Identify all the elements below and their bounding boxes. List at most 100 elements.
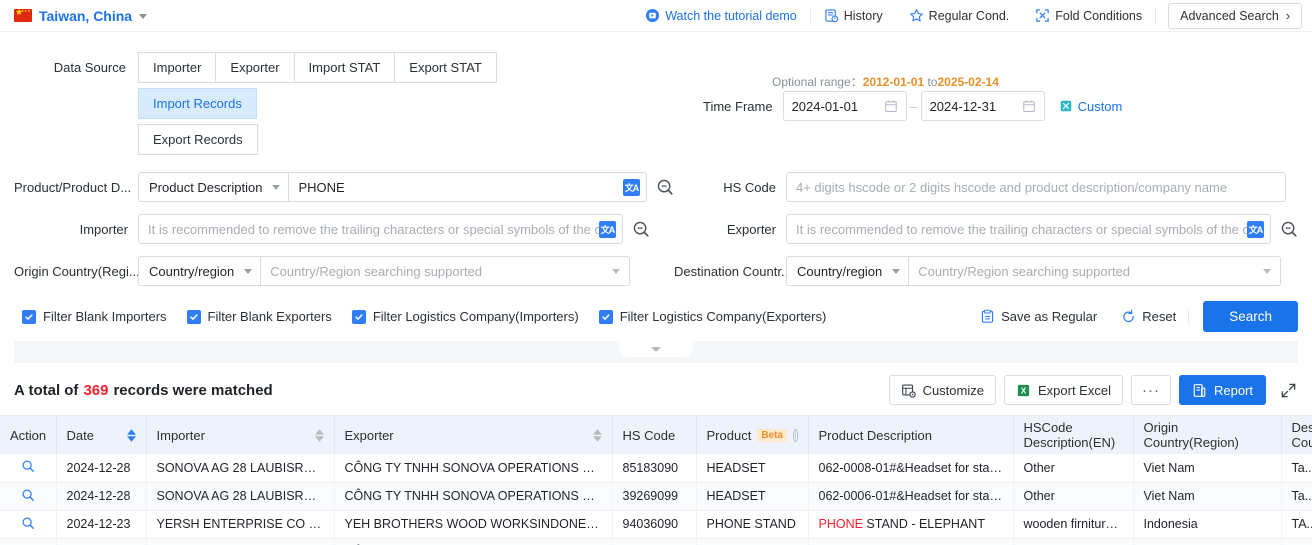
row-action-cell[interactable] bbox=[0, 454, 57, 483]
cell-origin-country: Viet Nam bbox=[1133, 454, 1282, 483]
cell-importer[interactable]: SONOVA AG 28 LAUBISRUETIS... bbox=[146, 482, 335, 511]
cell-destination-country: Ta... bbox=[1281, 454, 1312, 483]
importer-field: Importer It is recommended to remove the… bbox=[14, 214, 674, 244]
cell-importer[interactable]: YERSH ENTERPRISE CO LTD bbox=[146, 510, 335, 539]
importer-magnifier-icon[interactable] bbox=[631, 220, 650, 239]
translate-icon[interactable]: 文A bbox=[599, 220, 616, 238]
time-to-input[interactable]: 2024-12-31 bbox=[920, 91, 1045, 121]
row-action-cell[interactable] bbox=[0, 482, 57, 511]
results-actions: Customize X Export Excel ··· Report bbox=[888, 375, 1298, 405]
destination-country-select[interactable]: Country/region bbox=[786, 256, 909, 286]
more-actions-button[interactable]: ··· bbox=[1130, 375, 1171, 405]
cell-importer[interactable]: SONOVA AG 28 LAUBISRUETIS... bbox=[146, 454, 335, 483]
checkbox-filter-logistics-exporters[interactable]: Filter Logistics Company(Exporters) bbox=[598, 309, 826, 324]
watch-tutorial-demo-link[interactable]: Watch the tutorial demo bbox=[632, 5, 810, 27]
data-source-exporter[interactable]: Exporter bbox=[215, 52, 295, 83]
importer-input[interactable]: It is recommended to remove the trailing… bbox=[138, 214, 623, 244]
report-button[interactable]: Report bbox=[1178, 375, 1266, 405]
chevron-down-icon bbox=[139, 14, 148, 19]
custom-range-button[interactable]: Custom bbox=[1059, 99, 1122, 114]
cell-product[interactable]: HEADSET bbox=[696, 538, 809, 545]
data-source-group: Importer Exporter Import STAT Export STA… bbox=[138, 52, 538, 160]
exporter-placeholder: It is recommended to remove the trailing… bbox=[796, 221, 1247, 237]
col-hscode-description-label: HSCode Description(EN) bbox=[1023, 420, 1116, 450]
history-label: History bbox=[843, 8, 883, 23]
checkbox-filter-logistics-importers[interactable]: Filter Logistics Company(Importers) bbox=[351, 309, 579, 324]
cell-product-description: PHONE STAND - ELEPHANT bbox=[808, 510, 1014, 539]
row-action-cell[interactable] bbox=[0, 538, 57, 545]
advanced-search-button[interactable]: Advanced Search › bbox=[1168, 2, 1302, 29]
row-detail-search-icon[interactable] bbox=[21, 459, 35, 473]
cell-exporter[interactable]: CÔNG TY TNHH SONOVA OPERATIONS CENTER VI… bbox=[334, 482, 613, 511]
optional-range: Optional range：2012-01-01 to2025-02-14 bbox=[772, 73, 999, 90]
report-label: Report bbox=[1213, 382, 1253, 398]
cell-product[interactable]: PHONE STAND bbox=[696, 510, 809, 539]
fold-conditions-button[interactable]: Fold Conditions bbox=[1022, 5, 1155, 27]
checkbox-filter-blank-exporters[interactable]: Filter Blank Exporters bbox=[186, 309, 332, 324]
hscode-input[interactable]: 4+ digits hscode or 2 digits hscode and … bbox=[786, 172, 1286, 202]
col-product-description: Product Description bbox=[808, 416, 1014, 454]
table-row[interactable]: 2024-12-28 SONOVA AG 28 LAUBISRUETIS... … bbox=[0, 482, 1312, 511]
collapse-panel-button[interactable] bbox=[619, 341, 693, 357]
data-source-export-stat[interactable]: Export STAT bbox=[394, 52, 497, 83]
table-row[interactable]: 2024-12-28 SONOVA AG 28 LAUBISRUETIS... … bbox=[0, 454, 1312, 483]
product-magnifier-icon[interactable] bbox=[655, 178, 674, 197]
sort-toggle-date[interactable] bbox=[126, 428, 136, 442]
optional-range-from: 2012-01-01 bbox=[862, 75, 925, 89]
info-icon[interactable]: i bbox=[793, 428, 798, 442]
export-excel-label: Export Excel bbox=[1037, 382, 1111, 398]
translate-icon[interactable]: 文A bbox=[1247, 220, 1264, 238]
col-exporter-label: Exporter bbox=[344, 427, 394, 443]
row-action-cell[interactable] bbox=[0, 510, 57, 539]
exporter-input[interactable]: It is recommended to remove the trailing… bbox=[786, 214, 1271, 244]
col-importer[interactable]: Importer bbox=[146, 416, 335, 454]
export-excel-button[interactable]: X Export Excel bbox=[1003, 375, 1123, 405]
sort-toggle-importer[interactable] bbox=[314, 428, 324, 442]
desc-pre: 062-0008-01#&Headset for statio... bbox=[818, 460, 1013, 475]
table-row[interactable]: 2024-12-23 SONOVA AG 28 LAUBISRUETIS... … bbox=[0, 538, 1312, 545]
data-source-label: Data Source bbox=[53, 60, 126, 75]
cell-product[interactable]: HEADSET bbox=[696, 454, 809, 483]
col-destination-country-label: Destination Country(Region) bbox=[1291, 420, 1312, 450]
reset-button[interactable]: Reset bbox=[1109, 309, 1188, 324]
data-source-import-stat[interactable]: Import STAT bbox=[293, 52, 396, 83]
history-button[interactable]: History bbox=[811, 5, 896, 27]
importer-label: Importer bbox=[79, 221, 128, 237]
col-action: Action bbox=[0, 416, 57, 454]
results-header: A total of 369 records were matched Custom… bbox=[0, 363, 1312, 415]
importer-exporter-row: Importer It is recommended to remove the… bbox=[14, 214, 1298, 251]
save-as-regular-button[interactable]: Save as Regular bbox=[968, 309, 1109, 324]
chevron-down-icon bbox=[651, 346, 661, 352]
customize-button[interactable]: Customize bbox=[888, 375, 996, 405]
row-detail-search-icon[interactable] bbox=[21, 488, 35, 502]
product-search-input[interactable]: PHONE 文A bbox=[288, 172, 647, 202]
exporter-magnifier-icon[interactable] bbox=[1279, 220, 1298, 239]
origin-country-select[interactable]: Country/region bbox=[138, 256, 261, 286]
table-row[interactable]: 2024-12-23 YERSH ENTERPRISE CO LTD YEH B… bbox=[0, 510, 1312, 539]
cell-exporter[interactable]: YEH BROTHERS WOOD WORKSINDONESIA bbox=[334, 510, 613, 539]
time-from-input[interactable]: 2024-01-01 bbox=[782, 91, 907, 121]
data-source-import-records[interactable]: Import Records bbox=[138, 88, 257, 119]
search-button[interactable]: Search bbox=[1203, 301, 1298, 332]
cell-exporter[interactable]: CÔNG TY TNHH SONOVA OPERATIONS CENTER VI… bbox=[334, 454, 613, 483]
translate-icon[interactable]: 文A bbox=[623, 178, 640, 196]
region-picker[interactable]: Taiwan, China bbox=[14, 6, 148, 24]
origin-country-input[interactable]: Country/Region searching supported bbox=[260, 256, 631, 286]
time-range-dash: – bbox=[909, 98, 918, 114]
product-type-select[interactable]: Product Description bbox=[138, 172, 289, 202]
fullscreen-button[interactable] bbox=[1278, 380, 1298, 400]
sort-toggle-exporter[interactable] bbox=[592, 428, 602, 442]
regular-conditions-button[interactable]: Regular Cond. bbox=[896, 5, 1023, 27]
col-exporter[interactable]: Exporter bbox=[334, 416, 613, 454]
total-prefix: A total of bbox=[14, 381, 79, 399]
cell-product[interactable]: HEADSET bbox=[696, 482, 809, 511]
cell-exporter[interactable]: CÔNG TY TNHH SONOVA OPERATIONS CENTER VI… bbox=[334, 538, 613, 545]
row-detail-search-icon[interactable] bbox=[21, 516, 35, 530]
time-to-value: 2024-12-31 bbox=[929, 98, 997, 114]
col-date[interactable]: Date bbox=[56, 416, 147, 454]
checkbox-filter-blank-importers[interactable]: Filter Blank Importers bbox=[22, 309, 167, 324]
data-source-importer[interactable]: Importer bbox=[138, 52, 217, 83]
cell-importer[interactable]: SONOVA AG 28 LAUBISRUETIS... bbox=[146, 538, 335, 545]
data-source-export-records[interactable]: Export Records bbox=[138, 124, 258, 155]
destination-country-input[interactable]: Country/Region searching supported bbox=[908, 256, 1282, 286]
